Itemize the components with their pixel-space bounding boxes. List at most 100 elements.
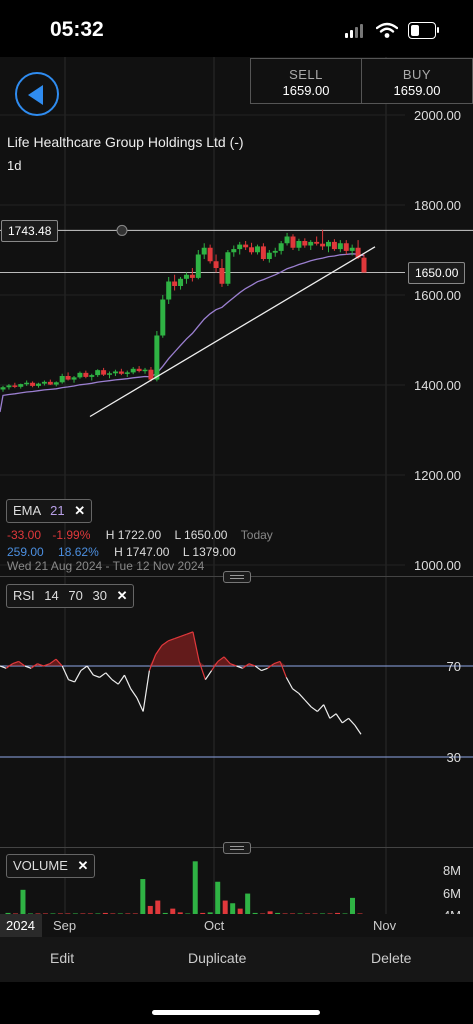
candle-body (296, 241, 302, 248)
rsi-line-segment (304, 699, 312, 708)
candle-body (231, 249, 237, 253)
candle-body (30, 382, 36, 386)
candle-body (320, 243, 326, 247)
y-tick: 2000.00 (414, 108, 461, 123)
candle-body (83, 372, 89, 377)
candle-body (142, 369, 148, 372)
date-range: Wed 21 Aug 2024 - Tue 12 Nov 2024 (7, 559, 205, 573)
candle-body (47, 381, 53, 385)
candle-body (178, 278, 184, 286)
rsi-param: 30 (92, 588, 107, 603)
candle-body (160, 299, 166, 336)
close-icon[interactable]: ✕ (117, 588, 128, 603)
candle-body (308, 241, 314, 246)
rsi-line-segment (142, 670, 150, 712)
volume-indicator-pill[interactable]: VOLUME ✕ (6, 854, 96, 878)
candle-body (213, 261, 219, 268)
back-arrow-icon (28, 85, 43, 105)
change-pct: -1.99% (52, 528, 91, 542)
rsi-line-segment (285, 677, 294, 690)
rsi-line-segment (123, 674, 132, 689)
back-button[interactable] (15, 72, 59, 116)
candle-body (166, 281, 172, 300)
candle-body (325, 241, 331, 247)
rsi-label: RSI (13, 588, 35, 603)
candle-body (101, 370, 107, 375)
rsi-line-segment (341, 717, 349, 724)
change-value-2: 259.00 (7, 545, 44, 559)
horizontal-line-label[interactable]: 1743.48 (1, 220, 59, 242)
candle-body (124, 372, 130, 374)
x-label: Sep (53, 918, 77, 933)
duplicate-button[interactable]: Duplicate (188, 950, 246, 966)
y-tick: 1400.00 (414, 378, 461, 393)
candle-body (254, 246, 260, 253)
battery-tip (437, 27, 439, 33)
candle-body (65, 376, 71, 380)
rsi-line-segment (254, 665, 262, 672)
current-price-label: 1650.00 (408, 262, 466, 284)
rsi-line-segment (298, 692, 306, 701)
candle-body (243, 244, 249, 248)
volume-bar (215, 881, 221, 914)
sell-price: 1659.00 (282, 83, 330, 98)
candle-body (130, 368, 136, 373)
delete-button[interactable]: Delete (371, 950, 411, 966)
chart-canvas[interactable] (0, 57, 473, 937)
candle-body (207, 247, 213, 262)
rsi-level-label: 70 (446, 659, 461, 674)
y-tick: 1600.00 (414, 288, 461, 303)
high-value: H 1722.00 (105, 528, 162, 542)
rsi-line-segment (329, 713, 337, 719)
change-pct-2: 18.62% (58, 545, 99, 559)
candle-body (136, 368, 142, 372)
volume-bar (222, 900, 228, 914)
volume-bar (245, 893, 251, 914)
candle-body (331, 241, 337, 250)
volume-bar (350, 897, 356, 914)
rsi-indicator-pill[interactable]: RSI 14 70 30 ✕ (6, 584, 135, 608)
rsi-line-segment (316, 704, 325, 712)
battery-icon (408, 22, 436, 39)
close-icon[interactable]: ✕ (74, 503, 85, 518)
rsi-line-segment (117, 674, 125, 685)
candle-body (284, 236, 290, 244)
candle-body (225, 252, 231, 284)
candle-body (337, 243, 343, 250)
volume-bar (155, 900, 161, 914)
period-label: Today (240, 528, 273, 542)
rsi-line-segment (130, 688, 138, 699)
low-value: L 1650.00 (174, 528, 228, 542)
candle-body (112, 371, 118, 374)
candle-body (118, 371, 124, 374)
candle-body (107, 373, 113, 375)
resize-handle[interactable] (223, 842, 251, 854)
candle-body (24, 382, 30, 385)
sell-button[interactable]: SELL 1659.00 (250, 58, 362, 104)
candle-body (59, 376, 65, 383)
candle-body (272, 250, 278, 253)
rsi-line-segment (348, 717, 356, 726)
candle-body (219, 268, 225, 284)
candle-body (71, 377, 77, 380)
info-row-2: 259.00 18.62% H 1747.00 L 1379.00 (7, 545, 236, 559)
close-icon[interactable]: ✕ (78, 858, 89, 873)
status-time: 05:32 (50, 18, 104, 41)
rsi-line-segment (261, 667, 268, 672)
rsi-line-segment (354, 724, 362, 735)
candle-body (266, 252, 272, 259)
rsi-line-segment (204, 670, 213, 680)
candle-body (12, 385, 18, 387)
buy-label: BUY (402, 67, 432, 82)
y-tick: 1800.00 (414, 198, 461, 213)
ema-indicator-pill[interactable]: EMA 21 ✕ (6, 499, 93, 523)
volume-tick: 8M (442, 863, 461, 878)
rsi-line-segment (323, 704, 331, 719)
candle-body (302, 241, 308, 246)
sell-label: SELL (289, 67, 323, 82)
edit-button[interactable]: Edit (50, 950, 74, 966)
chart-interval[interactable]: 1d (7, 158, 21, 173)
buy-button[interactable]: BUY 1659.00 (361, 58, 473, 104)
resize-handle[interactable] (223, 571, 251, 583)
rsi-line-segment (68, 679, 75, 683)
